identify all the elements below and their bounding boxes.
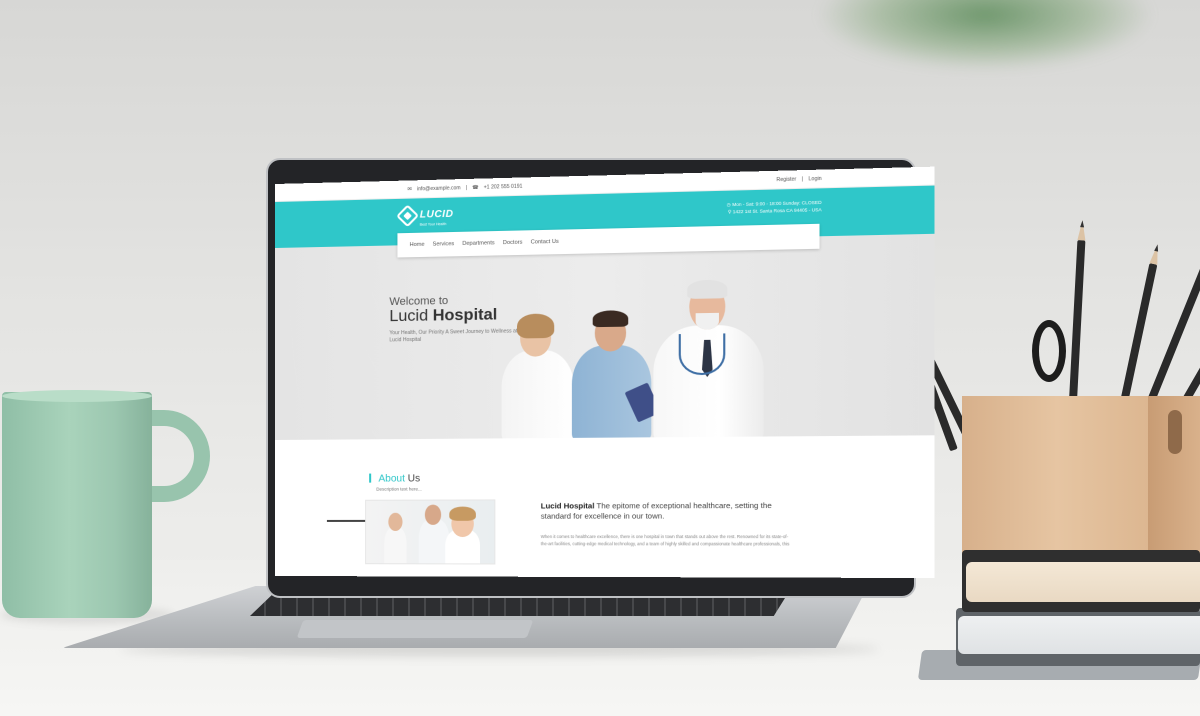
coffee-mug xyxy=(2,392,152,618)
staff-head xyxy=(424,504,442,525)
nurse-hair xyxy=(592,310,629,328)
staff-hair xyxy=(449,506,476,521)
laptop-screen: ✉ info@example.com | ☎ +1 202 555 0191 R… xyxy=(275,166,935,579)
about-heading-bold: Lucid Hospital xyxy=(540,501,595,511)
about-title-rest: Us xyxy=(407,473,421,485)
book-pages xyxy=(958,616,1200,654)
doctor-figure xyxy=(501,349,574,440)
senior-doctor-hair xyxy=(687,279,728,299)
about-description: Description text here... xyxy=(376,486,422,492)
pencil-holder-hole xyxy=(1168,410,1182,454)
topbar-phone[interactable]: +1 202 555 0191 xyxy=(484,183,523,190)
doctor-hair xyxy=(517,313,555,339)
book-pages xyxy=(966,562,1200,602)
about-image xyxy=(365,499,496,565)
nav-home[interactable]: Home xyxy=(410,242,425,248)
phone-icon: ☎ xyxy=(472,184,479,191)
about-title-accent: About xyxy=(378,473,405,485)
topbar-contact: ✉ info@example.com | ☎ +1 202 555 0191 xyxy=(408,183,523,192)
map-pin-icon: ⚲ xyxy=(727,209,732,215)
about-section: About Us Description text here... Lucid … xyxy=(275,435,935,579)
hero-section: Welcome to Lucid Hospital Your Health, O… xyxy=(275,233,935,440)
topbar-email[interactable]: info@example.com xyxy=(417,185,461,192)
topbar-auth: Register | Login xyxy=(776,175,821,182)
mug-rim xyxy=(2,390,152,402)
title-accent-bar xyxy=(369,473,372,483)
staff-figure xyxy=(384,526,407,565)
about-heading: Lucid Hospital The epitome of exceptiona… xyxy=(541,501,794,522)
hero-title-light: Lucid xyxy=(389,307,429,326)
topbar-separator: | xyxy=(465,184,468,191)
logo-tagline: Best Your Health xyxy=(419,222,447,227)
hero-doctors-image xyxy=(491,279,785,440)
logo-icon xyxy=(396,204,420,228)
about-title: About Us xyxy=(369,473,421,485)
background-plant xyxy=(820,0,1150,70)
scissors xyxy=(1032,320,1066,382)
about-body: When it comes to healthcare excellence, … xyxy=(540,533,790,546)
hero-title-bold: Hospital xyxy=(432,306,498,325)
site-logo[interactable]: LUCID Best Your Health xyxy=(396,204,454,228)
laptop-touchpad[interactable] xyxy=(296,620,534,638)
register-link[interactable]: Register xyxy=(776,176,796,183)
header-address: 1422 1st St. Santa Rosa CA 94405 - USA xyxy=(732,207,822,215)
login-link[interactable]: Login xyxy=(808,175,821,182)
logo-name: LUCID xyxy=(419,208,454,221)
nav-doctors[interactable]: Doctors xyxy=(503,240,523,247)
pencil xyxy=(1068,240,1086,421)
auth-separator: | xyxy=(801,175,804,183)
nav-departments[interactable]: Departments xyxy=(462,240,494,247)
envelope-icon: ✉ xyxy=(407,185,412,193)
staff-head xyxy=(388,512,403,531)
nav-services[interactable]: Services xyxy=(433,241,455,248)
clock-icon: ◷ xyxy=(726,201,731,208)
nav-contact-us[interactable]: Contact Us xyxy=(531,239,559,246)
